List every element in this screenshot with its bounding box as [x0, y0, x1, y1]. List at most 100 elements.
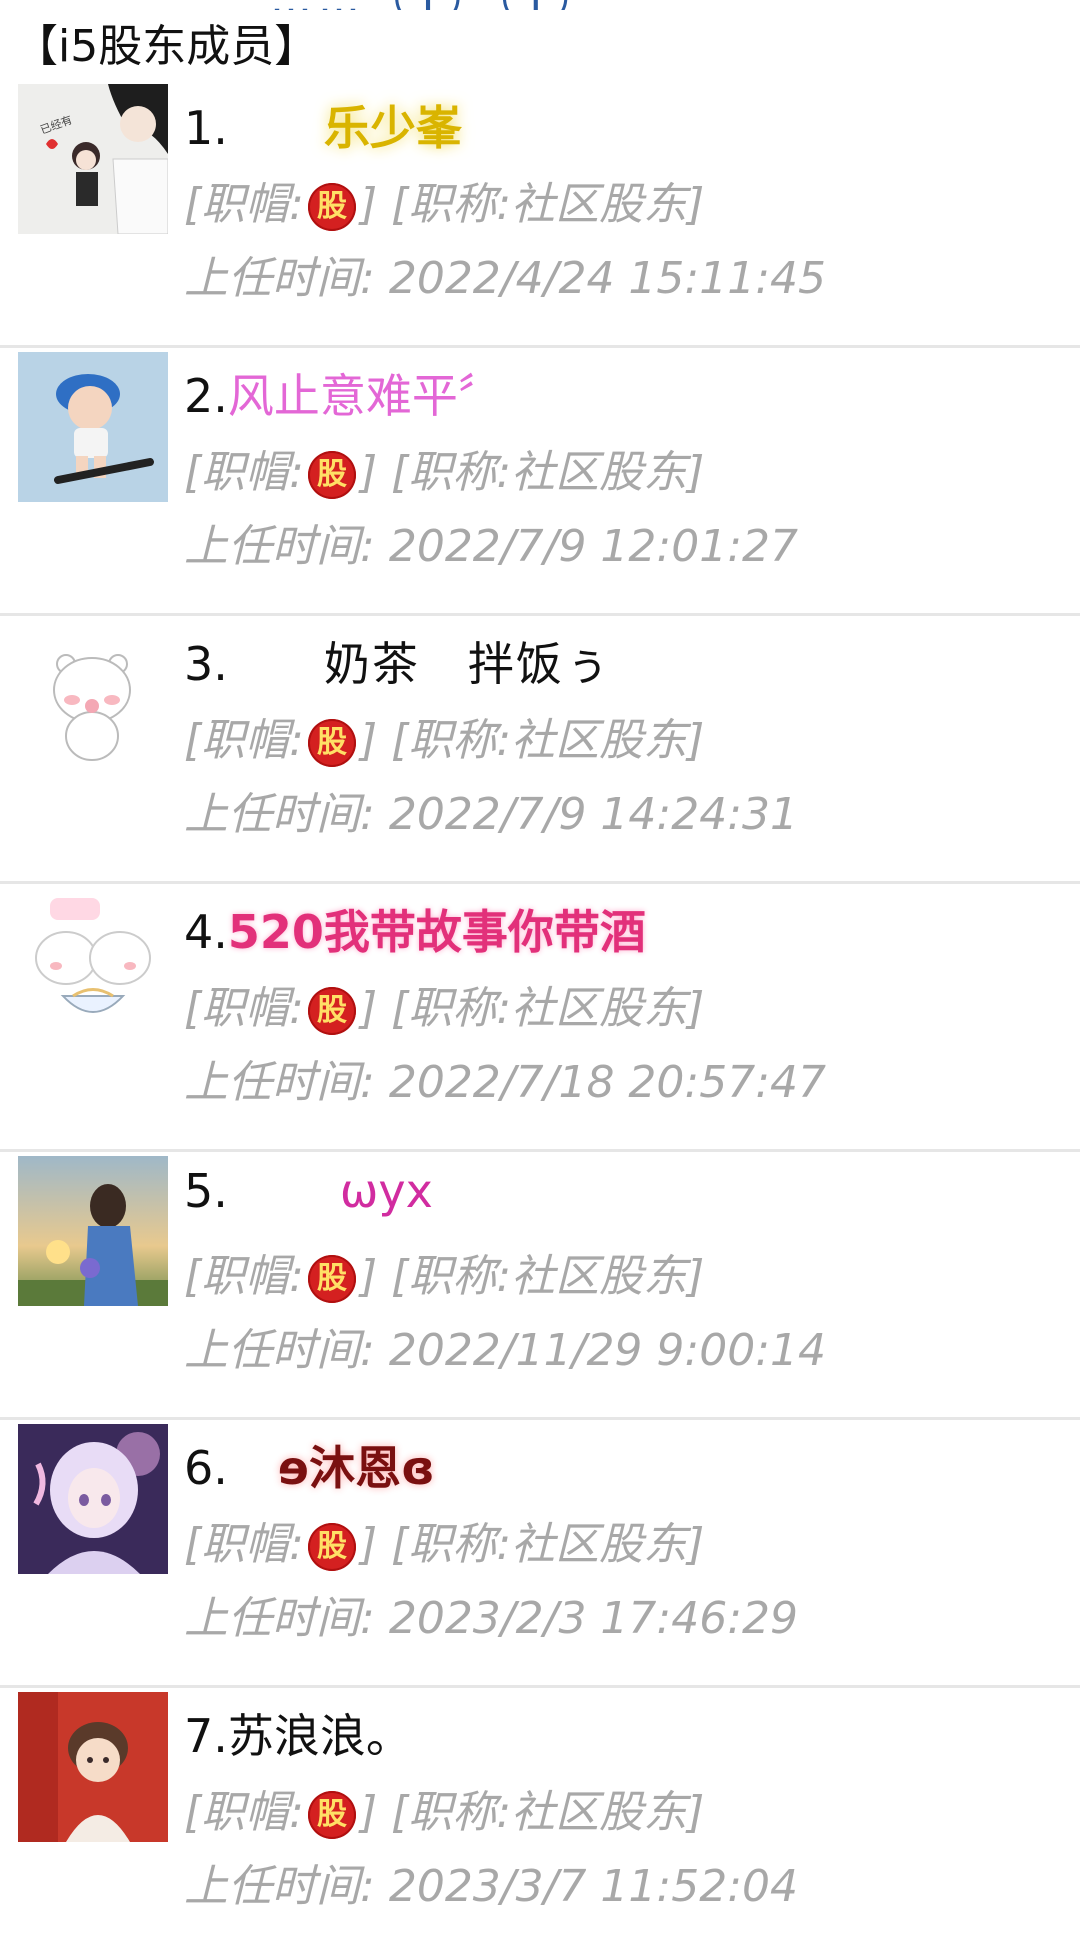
member-name-line[interactable]: 6. ɘ沐恩ɞ	[184, 1432, 435, 1502]
avatar[interactable]	[18, 888, 168, 1038]
member-time-line: 上任时间: 2022/4/24 15:11:45	[184, 242, 826, 306]
member-time-line: 上任时间: 2022/11/29 9:00:14	[184, 1314, 826, 1378]
avatar[interactable]	[18, 1156, 168, 1306]
avatar-anime-girl-purple	[18, 1424, 168, 1574]
appointment-time: 2023/2/3 17:46:29	[388, 1593, 799, 1644]
member-name[interactable]: 乐少峯	[324, 101, 462, 155]
appointment-time: 2022/4/24 15:11:45	[388, 253, 827, 304]
member-title: [职称:社区股东]	[391, 715, 705, 766]
member-rank: 6.	[184, 1441, 228, 1495]
avatar[interactable]	[18, 620, 168, 770]
member-list: 已经有 1. 乐少峯 [职帽: 股] [职称:社区股东] 上任时间: 2022/4/…	[0, 80, 1080, 1956]
avatar-boy-red-background	[18, 1692, 168, 1842]
hat-label: [职帽:	[184, 179, 304, 230]
member-rank: 1.	[184, 101, 228, 155]
member-rank: 3.	[184, 637, 228, 691]
member-name-line[interactable]: 7.苏浪浪。	[184, 1700, 412, 1770]
appointment-time: 2022/7/18 20:57:47	[388, 1057, 827, 1108]
member-title: [职称:社区股东]	[391, 983, 705, 1034]
avatar[interactable]	[18, 352, 168, 502]
hat-label: [职帽:	[184, 447, 304, 498]
member-time-line: 上任时间: 2022/7/18 20:57:47	[184, 1046, 826, 1110]
hat-label: [职帽:	[184, 1251, 304, 1302]
time-label: 上任时间:	[184, 1325, 375, 1376]
member-title-line: [职帽: 股] [职称:社区股东]	[184, 704, 704, 768]
time-label: 上任时间:	[184, 1057, 375, 1108]
shareholder-badge-icon: 股	[308, 183, 356, 231]
avatar[interactable]: 已经有	[18, 84, 168, 234]
hat-label: [职帽:	[184, 1519, 304, 1570]
top-fragment: ……（1）（1）	[270, 0, 770, 10]
avatar-white-bear	[18, 620, 168, 770]
shareholder-badge-icon: 股	[308, 1255, 356, 1303]
member-title-line: [职帽: 股] [职称:社区股东]	[184, 168, 704, 232]
list-item[interactable]: 4.520我带故事你带酒 [职帽: 股] [职称:社区股东] 上任时间: 2022…	[0, 884, 1080, 1152]
member-title: [职称:社区股东]	[391, 1787, 705, 1838]
list-item[interactable]: 6. ɘ沐恩ɞ [职帽: 股] [职称:社区股东] 上任时间: 2023/2/3 1…	[0, 1420, 1080, 1688]
member-title-line: [职帽: 股] [职称:社区股东]	[184, 436, 704, 500]
member-rank: 2.	[184, 369, 228, 423]
shareholder-badge-icon: 股	[308, 719, 356, 767]
hat-close: ]	[360, 1787, 378, 1838]
member-time-line: 上任时间: 2023/3/7 11:52:04	[184, 1850, 798, 1914]
hat-label: [职帽:	[184, 983, 304, 1034]
avatar[interactable]	[18, 1692, 168, 1842]
member-title: [职称:社区股东]	[391, 1251, 705, 1302]
hat-close: ]	[360, 983, 378, 1034]
time-label: 上任时间:	[184, 253, 375, 304]
avatar[interactable]	[18, 1424, 168, 1574]
member-name[interactable]: 苏浪浪。	[228, 1709, 412, 1763]
appointment-time: 2023/3/7 11:52:04	[388, 1861, 799, 1912]
member-name[interactable]: ωyx	[340, 1164, 433, 1218]
member-time-line: 上任时间: 2023/2/3 17:46:29	[184, 1582, 798, 1646]
appointment-time: 2022/7/9 14:24:31	[388, 789, 799, 840]
appointment-time: 2022/7/9 12:01:27	[388, 521, 799, 572]
member-rank: 4.	[184, 905, 228, 959]
member-name-line[interactable]: 1. 乐少峯	[184, 92, 462, 162]
member-time-line: 上任时间: 2022/7/9 14:24:31	[184, 778, 798, 842]
shareholder-badge-icon: 股	[308, 451, 356, 499]
member-name[interactable]: 风止意难平〞	[228, 369, 504, 423]
time-label: 上任时间:	[184, 789, 375, 840]
appointment-time: 2022/11/29 9:00:14	[388, 1325, 827, 1376]
avatar-couple-illustration: 已经有	[18, 84, 168, 234]
member-title: [职称:社区股东]	[391, 447, 705, 498]
member-name-line[interactable]: 4.520我带故事你带酒	[184, 896, 646, 966]
time-label: 上任时间:	[184, 1593, 375, 1644]
member-name[interactable]: 奶茶 拌饭ぅ	[324, 637, 612, 691]
avatar-skateboard-boy	[18, 352, 168, 502]
member-name[interactable]: 520我带故事你带酒	[228, 905, 646, 959]
member-rank: 5.	[184, 1164, 228, 1218]
member-name-line[interactable]: 2.风止意难平〞	[184, 360, 504, 430]
shareholder-badge-icon: 股	[308, 1791, 356, 1839]
time-label: 上任时间:	[184, 521, 375, 572]
list-item[interactable]: 已经有 1. 乐少峯 [职帽: 股] [职称:社区股东] 上任时间: 2022/4/…	[0, 80, 1080, 348]
member-name-line[interactable]: 5. ωyx	[184, 1164, 433, 1234]
hat-label: [职帽:	[184, 1787, 304, 1838]
hat-close: ]	[360, 715, 378, 766]
hat-close: ]	[360, 179, 378, 230]
member-title-line: [职帽: 股] [职称:社区股东]	[184, 972, 704, 1036]
member-title-line: [职帽: 股] [职称:社区股东]	[184, 1240, 704, 1304]
hat-label: [职帽:	[184, 715, 304, 766]
avatar-girl-sunset	[18, 1156, 168, 1306]
member-name-line[interactable]: 3. 奶茶 拌饭ぅ	[184, 628, 612, 698]
section-title: 【i5股东成员】	[14, 21, 319, 72]
member-name[interactable]: ɘ沐恩ɞ	[278, 1441, 435, 1495]
list-item[interactable]: 2.风止意难平〞 [职帽: 股] [职称:社区股东] 上任时间: 2022/7/9…	[0, 348, 1080, 616]
hat-close: ]	[360, 447, 378, 498]
member-title: [职称:社区股东]	[391, 1519, 705, 1570]
list-item[interactable]: 3. 奶茶 拌饭ぅ [职帽: 股] [职称:社区股东] 上任时间: 2022/7/9…	[0, 616, 1080, 884]
hat-close: ]	[360, 1519, 378, 1570]
shareholder-badge-icon: 股	[308, 987, 356, 1035]
member-title-line: [职帽: 股] [职称:社区股东]	[184, 1508, 704, 1572]
shareholder-badge-icon: 股	[308, 1523, 356, 1571]
member-time-line: 上任时间: 2022/7/9 12:01:27	[184, 510, 798, 574]
list-item[interactable]: 7.苏浪浪。 [职帽: 股] [职称:社区股东] 上任时间: 2023/3/7 1…	[0, 1688, 1080, 1956]
hat-close: ]	[360, 1251, 378, 1302]
member-title: [职称:社区股东]	[391, 179, 705, 230]
avatar-two-bears-noodles	[18, 888, 168, 1038]
list-item[interactable]: 5. ωyx [职帽: 股] [职称:社区股东] 上任时间: 2022/11/29 …	[0, 1152, 1080, 1420]
member-title-line: [职帽: 股] [职称:社区股东]	[184, 1776, 704, 1840]
time-label: 上任时间:	[184, 1861, 375, 1912]
